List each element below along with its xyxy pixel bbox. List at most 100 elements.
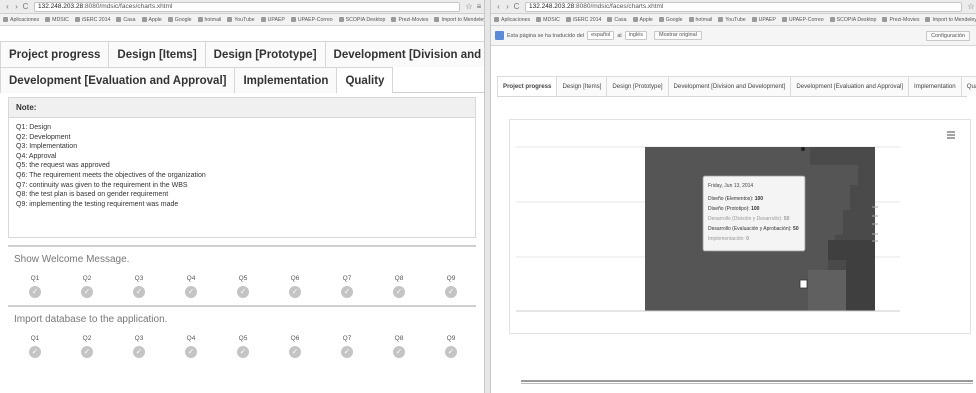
reload-icon[interactable]: C xyxy=(21,2,30,11)
question-label: Q6 xyxy=(290,275,300,282)
tab-design-prototype[interactable]: Design [Prototype] xyxy=(204,41,326,67)
check-icon[interactable]: ✓ xyxy=(289,286,301,298)
question-label: Q8 xyxy=(394,275,404,282)
left-url-input[interactable]: 132.248.203.28:8080/mdsic/faces/charts.x… xyxy=(34,1,460,12)
tab-quality[interactable]: Quality xyxy=(336,67,394,93)
check-icon[interactable]: ✓ xyxy=(133,286,145,298)
tab-design-items[interactable]: Design [Items] xyxy=(556,76,608,96)
menu-icon[interactable]: ≡ xyxy=(474,2,484,11)
window-splitter[interactable] xyxy=(484,0,491,393)
tab-implementation[interactable]: Implementation xyxy=(908,76,962,96)
bookmark-item[interactable]: Casa xyxy=(607,17,627,23)
check-icon[interactable]: ✓ xyxy=(341,346,353,358)
translate-config-button[interactable]: Configuración xyxy=(926,30,970,41)
check-icon[interactable]: ✓ xyxy=(237,346,249,358)
reload-icon[interactable]: C xyxy=(512,2,521,11)
right-url-input[interactable]: 132.248.203.28:8080/mdsic/faces/charts.x… xyxy=(525,1,962,12)
check-icon[interactable]: ✓ xyxy=(185,286,197,298)
tab-design-items[interactable]: Design [Items] xyxy=(108,41,206,67)
question-item[interactable]: Q8 ✓ xyxy=(390,335,408,358)
question-item[interactable]: Q7 ✓ xyxy=(338,275,356,298)
bookmark-item[interactable]: UPAEP-Correo xyxy=(290,17,333,23)
check-icon[interactable]: ✓ xyxy=(133,346,145,358)
tab-development-division-and-development[interactable]: Development [Division and Development] xyxy=(667,76,792,96)
question-item[interactable]: Q8 ✓ xyxy=(390,275,408,298)
question-item[interactable]: Q1 ✓ xyxy=(26,335,44,358)
hamburger-menu-icon[interactable] xyxy=(947,131,955,139)
bookmark-item[interactable]: MDSIC xyxy=(45,17,69,23)
bookmark-item[interactable]: SCOPIA Desktop xyxy=(338,17,385,23)
bookmark-item[interactable]: YouTube xyxy=(718,17,746,23)
question-item[interactable]: Q2 ✓ xyxy=(78,275,96,298)
bookmark-item[interactable]: UPAEP xyxy=(751,17,776,23)
tab-implementation[interactable]: Implementation xyxy=(234,67,338,93)
question-item[interactable]: Q3 ✓ xyxy=(130,335,148,358)
check-icon[interactable]: ✓ xyxy=(81,286,93,298)
bookmark-item[interactable]: UPAEP-Correo xyxy=(781,17,824,23)
check-icon[interactable]: ✓ xyxy=(445,346,457,358)
bookmark-item[interactable]: Aplicaciones xyxy=(3,17,39,23)
question-item[interactable]: Q5 ✓ xyxy=(234,275,252,298)
bookmark-item[interactable]: UPAEP xyxy=(260,17,285,23)
question-item[interactable]: Q5 ✓ xyxy=(234,335,252,358)
question-item[interactable]: Q1 ✓ xyxy=(26,275,44,298)
check-icon[interactable]: ✓ xyxy=(445,286,457,298)
bookmark-item[interactable]: SCOPIA Desktop xyxy=(829,17,876,23)
check-icon[interactable]: ✓ xyxy=(81,346,93,358)
bookmark-item[interactable]: Apple xyxy=(632,17,653,23)
check-icon[interactable]: ✓ xyxy=(393,286,405,298)
tab-row-2: Development [Evaluation and Approval] Imp… xyxy=(0,67,484,93)
bookmark-item[interactable]: hotmail xyxy=(688,17,712,23)
check-icon[interactable]: ✓ xyxy=(289,346,301,358)
bookmark-item[interactable]: Apple xyxy=(141,17,162,23)
bookmark-item[interactable]: Prezi-Movies xyxy=(391,17,428,23)
tooltip-row-label: Desarrollo (Evaluación y Aprobación) xyxy=(708,226,791,232)
question-item[interactable]: Q4 ✓ xyxy=(182,275,200,298)
question-item[interactable]: Q9 ✓ xyxy=(442,335,460,358)
star-icon[interactable]: ☆ xyxy=(966,2,976,11)
tab-development-evaluation-and-approval[interactable]: Development [Evaluation and Approval] xyxy=(790,76,910,96)
bookmark-item[interactable]: Import to Mendeley xyxy=(925,17,976,23)
question-item[interactable]: Q3 ✓ xyxy=(130,275,148,298)
question-item[interactable]: Q2 ✓ xyxy=(78,335,96,358)
question-item[interactable]: Q6 ✓ xyxy=(286,335,304,358)
star-icon[interactable]: ☆ xyxy=(464,2,474,11)
question-item[interactable]: Q7 ✓ xyxy=(338,335,356,358)
hover-point[interactable] xyxy=(801,147,805,151)
target-language-select[interactable]: inglés xyxy=(624,31,647,40)
question-item[interactable]: Q6 ✓ xyxy=(286,275,304,298)
bookmark-item[interactable]: Google xyxy=(658,17,683,23)
area-series-development-evaluation[interactable] xyxy=(808,270,846,311)
bookmark-item[interactable]: iSERC 2014 xyxy=(565,17,601,23)
bookmark-item[interactable]: YouTube xyxy=(227,17,255,23)
check-icon[interactable]: ✓ xyxy=(393,346,405,358)
tab-design-prototype[interactable]: Design [Prototype] xyxy=(606,76,669,96)
tab-quality[interactable]: Quality xyxy=(960,76,976,96)
check-icon[interactable]: ✓ xyxy=(29,346,41,358)
export-icon[interactable] xyxy=(799,279,808,289)
tab-development-division-and-development[interactable]: Development [Division and Development] xyxy=(324,41,484,67)
bookmark-item[interactable]: MDSIC xyxy=(536,17,560,23)
back-icon[interactable]: ‹ xyxy=(3,2,12,11)
tab-project-progress[interactable]: Project progress xyxy=(497,76,558,96)
bookmark-item[interactable]: Google xyxy=(167,17,192,23)
bookmark-item[interactable]: iSERC 2014 xyxy=(74,17,110,23)
back-icon[interactable]: ‹ xyxy=(494,2,503,11)
bookmark-item[interactable]: Prezi-Movies xyxy=(882,17,919,23)
tab-development-evaluation-and-approval[interactable]: Development [Evaluation and Approval] xyxy=(0,67,236,93)
bookmark-item[interactable]: Aplicaciones xyxy=(494,17,530,23)
bookmark-item[interactable]: Casa xyxy=(116,17,136,23)
bookmark-item[interactable]: Import to Mendeley xyxy=(434,17,484,23)
bookmark-item[interactable]: hotmail xyxy=(197,17,221,23)
check-icon[interactable]: ✓ xyxy=(29,286,41,298)
source-language-select[interactable]: español xyxy=(587,31,615,40)
show-original-button[interactable]: Mostrar original xyxy=(654,31,702,40)
check-icon[interactable]: ✓ xyxy=(185,346,197,358)
forward-icon[interactable]: › xyxy=(12,2,21,11)
forward-icon[interactable]: › xyxy=(503,2,512,11)
check-icon[interactable]: ✓ xyxy=(237,286,249,298)
check-icon[interactable]: ✓ xyxy=(341,286,353,298)
question-item[interactable]: Q4 ✓ xyxy=(182,335,200,358)
question-item[interactable]: Q9 ✓ xyxy=(442,275,460,298)
tab-project-progress[interactable]: Project progress xyxy=(0,41,110,67)
